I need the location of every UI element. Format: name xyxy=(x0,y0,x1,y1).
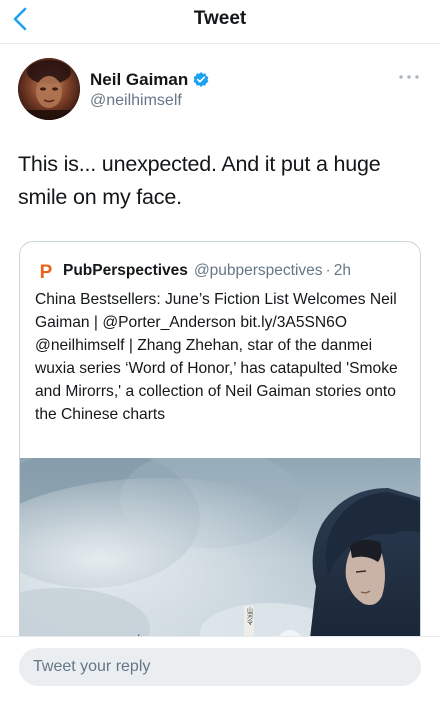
quoted-timestamp: 2h xyxy=(333,262,351,279)
tweet-text: This is... unexpected. And it put a huge… xyxy=(18,152,381,209)
reply-bar xyxy=(0,636,440,701)
quoted-tweet-card[interactable]: P PubPerspectives @pubperspectives · 2h … xyxy=(19,241,421,681)
quoted-tweet-header: P PubPerspectives @pubperspectives · 2h xyxy=(35,260,351,282)
quoted-author-handle: @pubperspectives xyxy=(193,262,323,279)
avatar[interactable] xyxy=(18,58,80,120)
reply-input[interactable] xyxy=(19,648,421,686)
pubperspectives-logo-icon: P xyxy=(35,260,57,282)
quoted-tweet-text: China Bestsellers: June’s Fiction List W… xyxy=(35,291,398,423)
author-name[interactable]: Neil Gaiman xyxy=(90,70,188,90)
logo-letter: P xyxy=(40,262,53,282)
more-horizontal-icon[interactable] xyxy=(398,72,420,82)
image-seal-text: 山河令 xyxy=(246,606,253,626)
quoted-author-name: PubPerspectives xyxy=(63,262,188,279)
page-title: Tweet xyxy=(193,8,247,29)
verified-badge-icon xyxy=(193,72,209,87)
tweet-author: Neil Gaiman @neilhimself xyxy=(18,58,422,122)
avatar-image xyxy=(18,58,80,120)
author-handle[interactable]: @neilhimself xyxy=(90,92,182,110)
nav-bar: Tweet xyxy=(0,0,440,44)
author-name-row: Neil Gaiman xyxy=(90,70,210,90)
quoted-separator: · xyxy=(325,262,331,279)
